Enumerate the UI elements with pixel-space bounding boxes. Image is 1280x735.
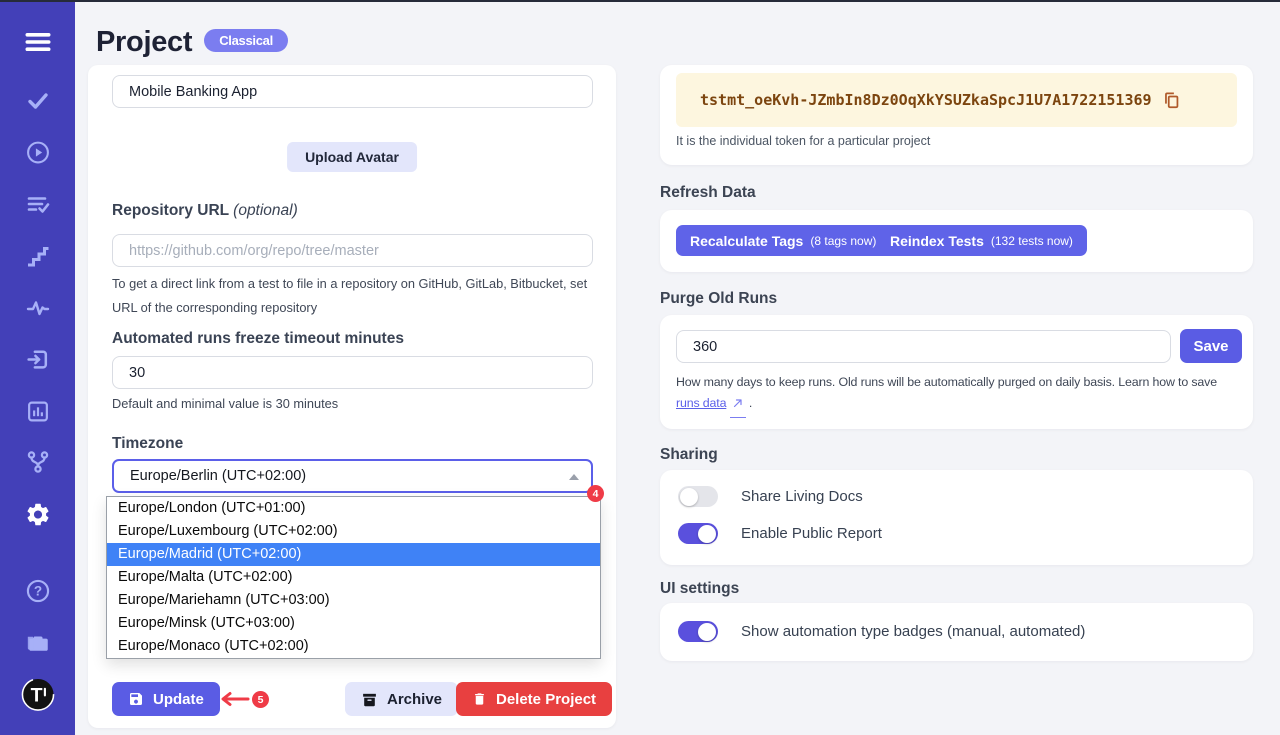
- activity-icon[interactable]: [25, 296, 51, 320]
- freeze-timeout-input[interactable]: [112, 356, 593, 389]
- refresh-data-heading: Refresh Data: [660, 184, 756, 202]
- timezone-label: Timezone: [112, 435, 183, 453]
- timezone-option[interactable]: Europe/Minsk (UTC+03:00): [107, 612, 600, 635]
- right-column: tstmt_oeKvh-JZmbIn8Dz0OqXkYSUZkaSpcJ1U7A…: [660, 0, 1253, 735]
- sidebar: ? T: [0, 0, 75, 735]
- chevron-up-icon: [569, 474, 579, 480]
- purge-old-runs-card: Save How many days to keep runs. Old run…: [660, 315, 1253, 429]
- token-card: tstmt_oeKvh-JZmbIn8Dz0OqXkYSUZkaSpcJ1U7A…: [660, 65, 1253, 165]
- enable-public-report-row: Enable Public Report: [678, 522, 882, 545]
- window-top-edge: [0, 0, 1280, 2]
- automation-badges-toggle[interactable]: [678, 621, 718, 642]
- external-link-icon[interactable]: [730, 395, 746, 418]
- annotation-badge-5: 5: [252, 691, 269, 708]
- folder-icon[interactable]: [24, 630, 52, 656]
- timezone-selected-value: Europe/Berlin (UTC+02:00): [130, 461, 306, 491]
- timezone-option-selected[interactable]: Europe/Madrid (UTC+02:00): [107, 543, 600, 566]
- timezone-options-list: Europe/London (UTC+01:00) Europe/Luxembo…: [106, 496, 601, 659]
- steps-icon[interactable]: [25, 245, 50, 269]
- recalculate-tags-button[interactable]: Recalculate Tags (8 tags now): [676, 225, 890, 256]
- timezone-option[interactable]: Europe/London (UTC+01:00): [107, 497, 600, 520]
- optional-hint: (optional): [233, 202, 298, 219]
- bar-chart-icon[interactable]: [25, 399, 50, 424]
- freeze-timeout-label: Automated runs freeze timeout minutes: [112, 330, 404, 348]
- trash-icon: [472, 691, 487, 707]
- token-caption: It is the individual token for a particu…: [676, 134, 930, 148]
- svg-text:?: ?: [33, 584, 41, 599]
- classical-badge: Classical: [204, 29, 288, 52]
- page-title-text: Project: [96, 26, 192, 58]
- enable-public-report-label: Enable Public Report: [741, 525, 882, 542]
- upload-avatar-button[interactable]: Upload Avatar: [287, 142, 417, 172]
- enable-public-report-toggle[interactable]: [678, 523, 718, 544]
- purge-help: How many days to keep runs. Old runs wil…: [676, 372, 1239, 418]
- automation-badges-label: Show automation type badges (manual, aut…: [741, 623, 1085, 640]
- share-living-docs-toggle[interactable]: [678, 486, 718, 507]
- save-icon: [128, 691, 144, 707]
- copy-icon: [1162, 91, 1181, 110]
- sharing-heading: Sharing: [660, 446, 718, 464]
- svg-text:T: T: [30, 684, 42, 706]
- archive-icon: [361, 691, 378, 708]
- check-icon[interactable]: [25, 89, 51, 113]
- timezone-select[interactable]: Europe/Berlin (UTC+02:00): [112, 459, 593, 493]
- gear-icon[interactable]: [24, 501, 51, 528]
- update-button[interactable]: Update: [112, 682, 220, 716]
- archive-button[interactable]: Archive: [345, 682, 458, 716]
- repository-url-help: To get a direct link from a test to file…: [112, 272, 604, 320]
- project-settings-card: Upload Avatar Repository URL (optional) …: [88, 65, 616, 728]
- purge-old-runs-heading: Purge Old Runs: [660, 290, 777, 308]
- delete-project-button[interactable]: Delete Project: [456, 682, 612, 716]
- repository-url-label: Repository URL (optional): [112, 202, 298, 220]
- project-token-box: tstmt_oeKvh-JZmbIn8Dz0OqXkYSUZkaSpcJ1U7A…: [676, 73, 1237, 127]
- annotation-arrow: [214, 691, 250, 712]
- share-living-docs-label: Share Living Docs: [741, 488, 863, 505]
- ui-settings-heading: UI settings: [660, 580, 739, 598]
- timezone-option[interactable]: Europe/Monaco (UTC+02:00): [107, 635, 600, 658]
- save-button[interactable]: Save: [1180, 329, 1242, 363]
- project-token-value: tstmt_oeKvh-JZmbIn8Dz0OqXkYSUZkaSpcJ1U7A…: [700, 91, 1152, 109]
- reindex-tests-button[interactable]: Reindex Tests (132 tests now): [876, 225, 1087, 256]
- ui-settings-card: Show automation type badges (manual, aut…: [660, 603, 1253, 661]
- repository-url-input[interactable]: [112, 234, 593, 267]
- timezone-option[interactable]: Europe/Mariehamn (UTC+03:00): [107, 589, 600, 612]
- branch-icon[interactable]: [25, 449, 51, 475]
- sharing-card: Share Living Docs Enable Public Report: [660, 470, 1253, 565]
- help-circle-icon[interactable]: ?: [25, 578, 51, 604]
- automation-badges-row: Show automation type badges (manual, aut…: [678, 620, 1085, 643]
- sign-in-icon[interactable]: [25, 347, 50, 372]
- testomat-logo[interactable]: T: [20, 677, 55, 712]
- runs-data-link[interactable]: runs data: [676, 396, 726, 410]
- purge-days-input[interactable]: [676, 330, 1171, 363]
- timezone-option[interactable]: Europe/Malta (UTC+02:00): [107, 566, 600, 589]
- list-check-icon[interactable]: [25, 193, 51, 217]
- refresh-data-card: Recalculate Tags (8 tags now) Reindex Te…: [660, 210, 1253, 272]
- timezone-option[interactable]: Europe/Luxembourg (UTC+02:00): [107, 520, 600, 543]
- play-circle-icon[interactable]: [25, 140, 50, 165]
- page-title: Project Classical: [96, 26, 288, 59]
- annotation-badge-4: 4: [587, 485, 604, 502]
- menu-icon[interactable]: [24, 30, 51, 54]
- project-name-input[interactable]: [112, 75, 593, 108]
- share-living-docs-row: Share Living Docs: [678, 485, 863, 508]
- freeze-timeout-help: Default and minimal value is 30 minutes: [112, 396, 338, 411]
- copy-token-button[interactable]: [1162, 91, 1181, 110]
